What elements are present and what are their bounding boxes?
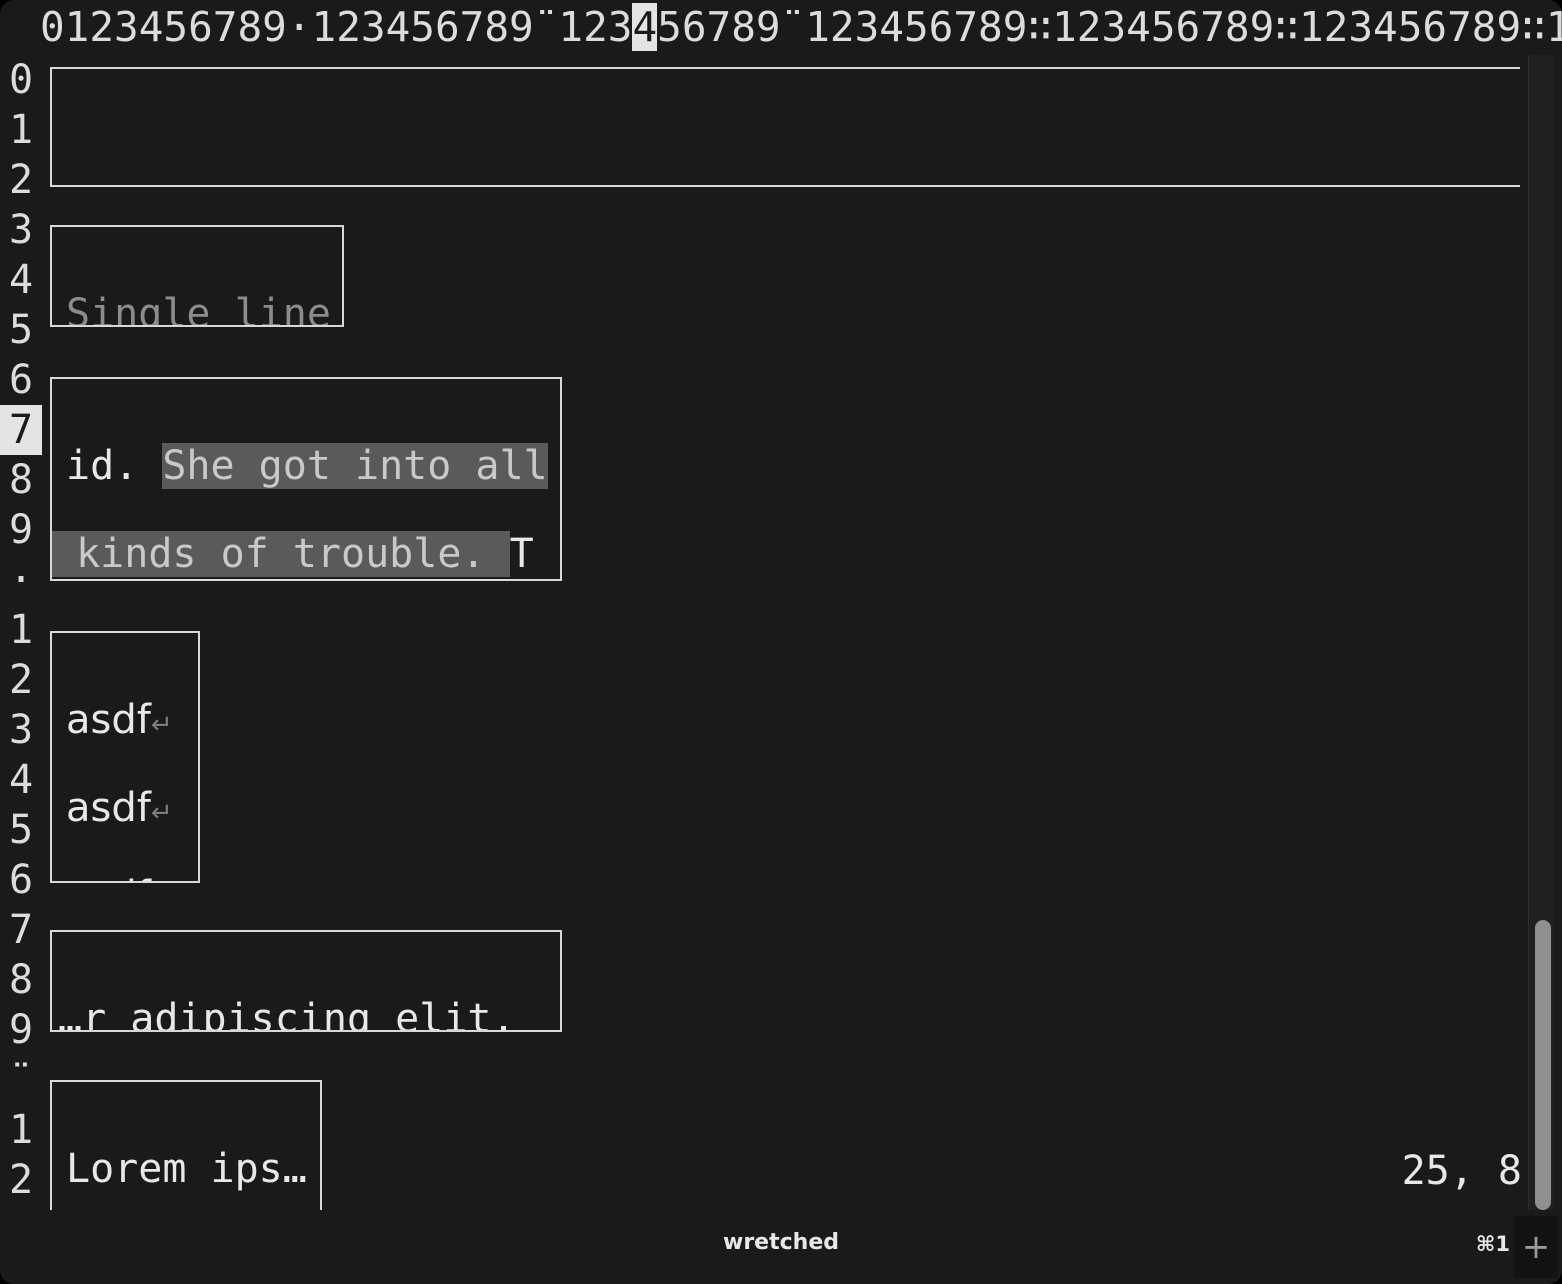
asdf-line: asdf↵ [52, 871, 198, 881]
ruler-segment: 123456789 [1052, 3, 1275, 51]
gutter-row[interactable]: 6 [0, 855, 42, 905]
ruler-segment: ∷ [1027, 3, 1053, 51]
emoji-text-box[interactable]: family: 👨‍👩‍👧‍👦 smiley: 😀 some other tex… [50, 67, 1520, 187]
gutter-row[interactable]: 4 [0, 255, 42, 305]
paragraph-box[interactable]: id. She got into all kinds of trouble. T… [50, 377, 562, 581]
asdf-line: asdf↵ [52, 783, 198, 833]
ruler-segment: 1 [1545, 3, 1562, 51]
gutter-row[interactable]: 7 [0, 905, 42, 955]
gutter-row[interactable]: 2 [0, 655, 42, 705]
ruler-cursor-cell: 4 [632, 3, 658, 51]
gutter-row[interactable]: 9 [0, 505, 42, 555]
newline-icon: ↵ [150, 710, 173, 740]
asdf-box[interactable]: asdf↵ asdf↵ asdf↵ [50, 631, 200, 883]
asdf-text: asdf [66, 697, 151, 743]
status-bar: wretched ⌘1 + [0, 1210, 1562, 1284]
ruler-segment: ∷ [1274, 3, 1299, 51]
gutter-row[interactable]: 3 [0, 205, 42, 255]
new-tab-button[interactable]: + [1514, 1216, 1558, 1278]
asdf-text: asdf [66, 785, 151, 831]
editor-canvas[interactable]: family: 👨‍👩‍👧‍👦 smiley: 😀 some other tex… [42, 55, 1520, 1210]
single-line-box[interactable]: Single line [50, 225, 344, 327]
gutter-row[interactable]: 6 [0, 355, 42, 405]
gutter-row[interactable]: 8 [0, 955, 42, 1005]
tab-shortcut-hint: ⌘1 [1475, 1232, 1510, 1256]
gutter-row[interactable]: 5 [0, 805, 42, 855]
ruler-segment: 0123456789 [40, 3, 287, 51]
gutter-row[interactable]: 8 [0, 455, 42, 505]
adipiscing-box[interactable]: …r adipiscing elit. [50, 930, 562, 1032]
gutter-row[interactable]: ¨ [0, 1055, 42, 1105]
gutter-row[interactable]: 4 [0, 755, 42, 805]
adipiscing-text: …r adipiscing elit. [58, 996, 516, 1032]
gutter-row[interactable]: 1 [0, 605, 42, 655]
gutter-row[interactable]: 1 [0, 1105, 42, 1155]
gutter-row[interactable]: 9 [0, 1005, 42, 1055]
gutter-row[interactable]: 5 [0, 305, 42, 355]
paragraph-prefix: id. [66, 443, 163, 489]
paragraph-line-2: kinds of trouble. T [52, 529, 560, 579]
ruler-segment: 123 [558, 3, 633, 51]
gutter-row[interactable]: 3 [0, 705, 42, 755]
gutter-row[interactable]: 1 [0, 105, 42, 155]
asdf-line: asdf↵ [52, 695, 198, 745]
newline-icon: ↵ [150, 798, 173, 828]
selection-line-1[interactable]: She got into all [162, 443, 548, 489]
ruler-segment: ¨ [533, 3, 559, 51]
line-number-gutter[interactable]: 0 1 2 3 4 5 6 7 8 9 · 1 2 3 4 5 6 7 8 9 ¨ 1 2 [0, 55, 42, 1210]
ruler-segment: ¨ [780, 3, 806, 51]
vertical-scrollbar-thumb[interactable] [1535, 920, 1551, 1210]
selection-line-2[interactable]: kinds of trouble. [52, 531, 510, 577]
gutter-row[interactable]: 2 [0, 1155, 42, 1205]
ruler-segment: · [286, 3, 312, 51]
vertical-scrollbar-track[interactable] [1528, 55, 1554, 1210]
cursor-position-indicator: 25, 8 [1401, 1148, 1522, 1194]
gutter-row[interactable]: 2 [0, 155, 42, 205]
asdf-text: asdf [66, 873, 151, 881]
lorem-line-1: Lorem ips… [66, 1146, 307, 1192]
editor-window: 0123456789·123456789¨123456789¨123456789… [0, 0, 1562, 1284]
gutter-row-current[interactable]: 7 [0, 405, 42, 455]
single-line-text: Single line [66, 291, 331, 327]
ruler-segment: 123456789 [311, 3, 534, 51]
ruler-segment: 123456789 [805, 3, 1028, 51]
gutter-row[interactable]: 0 [0, 55, 42, 105]
gutter-row[interactable]: · [0, 555, 42, 605]
paragraph-line-1: id. She got into all [52, 441, 560, 491]
emoji-text-line: family: 👨‍👩‍👧‍👦 smiley: 😀 some other tex… [52, 140, 1520, 185]
ruler-segment: ∷ [1521, 3, 1546, 51]
paragraph-suffix: T [509, 531, 534, 577]
lorem-box[interactable]: Lorem ips… dolor sit↵ [50, 1080, 322, 1210]
column-ruler: 0123456789·123456789¨123456789¨123456789… [0, 0, 1562, 55]
ruler-segment: 56789 [657, 3, 781, 51]
tab-title[interactable]: wretched [0, 1230, 1562, 1255]
ruler-segment: 123456789 [1298, 3, 1522, 51]
